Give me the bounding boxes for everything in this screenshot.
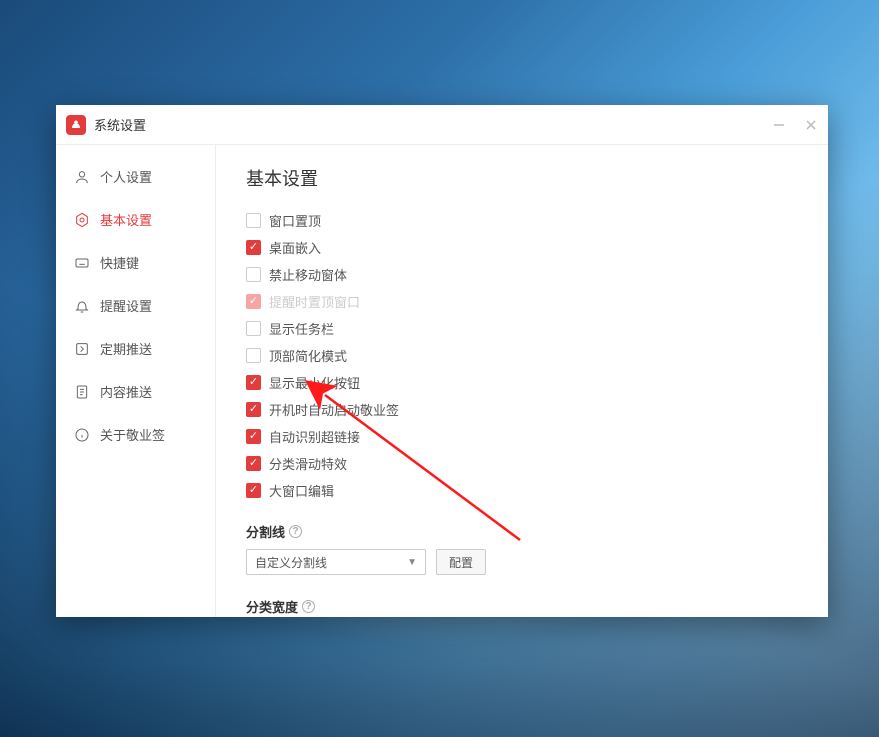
sidebar-item-label: 内容推送	[100, 382, 152, 401]
close-button[interactable]	[804, 118, 818, 132]
app-icon	[66, 115, 86, 135]
checkbox-row-lockmove: 禁止移动窗体	[246, 265, 798, 284]
keyboard-icon	[74, 255, 90, 271]
divider-section-label: 分割线 ?	[246, 522, 798, 541]
info-icon	[74, 427, 90, 443]
minimize-button[interactable]	[772, 118, 786, 132]
sidebar-item-label: 定期推送	[100, 339, 152, 358]
checkbox	[246, 294, 261, 309]
page-title: 基本设置	[246, 165, 798, 191]
content-panel: 基本设置 窗口置顶 桌面嵌入 禁止移动窗体 提醒时置顶窗口 显示任务栏	[216, 145, 828, 617]
sidebar-item-about[interactable]: 关于敬业签	[56, 413, 215, 456]
sidebar-item-label: 个人设置	[100, 167, 152, 186]
checkbox-row-pin: 窗口置顶	[246, 211, 798, 230]
divider-select[interactable]: 自定义分割线 ▼	[246, 549, 426, 575]
checkbox-label: 禁止移动窗体	[269, 265, 347, 284]
config-button[interactable]: 配置	[436, 549, 486, 575]
checkbox-label: 自动识别超链接	[269, 427, 360, 446]
checkbox[interactable]	[246, 375, 261, 390]
width-section-label: 分类宽度 ?	[246, 597, 798, 616]
sidebar-item-label: 基本设置	[100, 210, 152, 229]
checkbox-label: 显示任务栏	[269, 319, 334, 338]
checkbox[interactable]	[246, 267, 261, 282]
checkbox[interactable]	[246, 456, 261, 471]
window-controls	[772, 118, 818, 132]
checkbox[interactable]	[246, 402, 261, 417]
checkbox-row-minbtn: 显示最小化按钮	[246, 373, 798, 392]
sidebar-item-label: 快捷键	[100, 253, 139, 272]
send-icon	[74, 341, 90, 357]
checkbox-row-remindtop: 提醒时置顶窗口	[246, 292, 798, 311]
sidebar-item-basic[interactable]: 基本设置	[56, 198, 215, 241]
gear-icon	[74, 212, 90, 228]
sidebar-item-personal[interactable]: 个人设置	[56, 155, 215, 198]
checkbox-label: 开机时自动启动敬业签	[269, 400, 399, 419]
checkbox[interactable]	[246, 483, 261, 498]
doc-icon	[74, 384, 90, 400]
checkbox-row-autostart: 开机时自动启动敬业签	[246, 400, 798, 419]
checkbox-row-bigedit: 大窗口编辑	[246, 481, 798, 500]
checkbox[interactable]	[246, 348, 261, 363]
checkbox[interactable]	[246, 213, 261, 228]
checkbox-label: 顶部简化模式	[269, 346, 347, 365]
sidebar-item-shortcut[interactable]: 快捷键	[56, 241, 215, 284]
sidebar-item-label: 提醒设置	[100, 296, 152, 315]
help-icon[interactable]: ?	[302, 600, 315, 613]
help-icon[interactable]: ?	[289, 525, 302, 538]
checkbox-row-embed: 桌面嵌入	[246, 238, 798, 257]
checkbox-label: 分类滑动特效	[269, 454, 347, 473]
checkbox-row-slide: 分类滑动特效	[246, 454, 798, 473]
checkbox-label: 大窗口编辑	[269, 481, 334, 500]
checkbox-row-hyperlink: 自动识别超链接	[246, 427, 798, 446]
checkbox-label: 窗口置顶	[269, 211, 321, 230]
titlebar: 系统设置	[56, 105, 828, 145]
sidebar-item-content[interactable]: 内容推送	[56, 370, 215, 413]
window-title: 系统设置	[94, 115, 146, 134]
sidebar-item-label: 关于敬业签	[100, 425, 165, 444]
settings-window: 系统设置 个人设置 基本设置 快捷键	[56, 105, 828, 617]
select-value: 自定义分割线	[255, 554, 327, 571]
checkbox-label: 提醒时置顶窗口	[269, 292, 360, 311]
checkbox[interactable]	[246, 429, 261, 444]
checkbox-label: 桌面嵌入	[269, 238, 321, 257]
checkbox-label: 显示最小化按钮	[269, 373, 360, 392]
bell-icon	[74, 298, 90, 314]
checkbox-row-taskbar: 显示任务栏	[246, 319, 798, 338]
chevron-down-icon: ▼	[407, 557, 417, 568]
checkbox[interactable]	[246, 240, 261, 255]
user-icon	[74, 169, 90, 185]
checkbox-row-simplify: 顶部简化模式	[246, 346, 798, 365]
sidebar-item-schedule[interactable]: 定期推送	[56, 327, 215, 370]
sidebar-item-reminder[interactable]: 提醒设置	[56, 284, 215, 327]
checkbox[interactable]	[246, 321, 261, 336]
sidebar: 个人设置 基本设置 快捷键 提醒设置 定期推送 内容推送	[56, 145, 216, 617]
